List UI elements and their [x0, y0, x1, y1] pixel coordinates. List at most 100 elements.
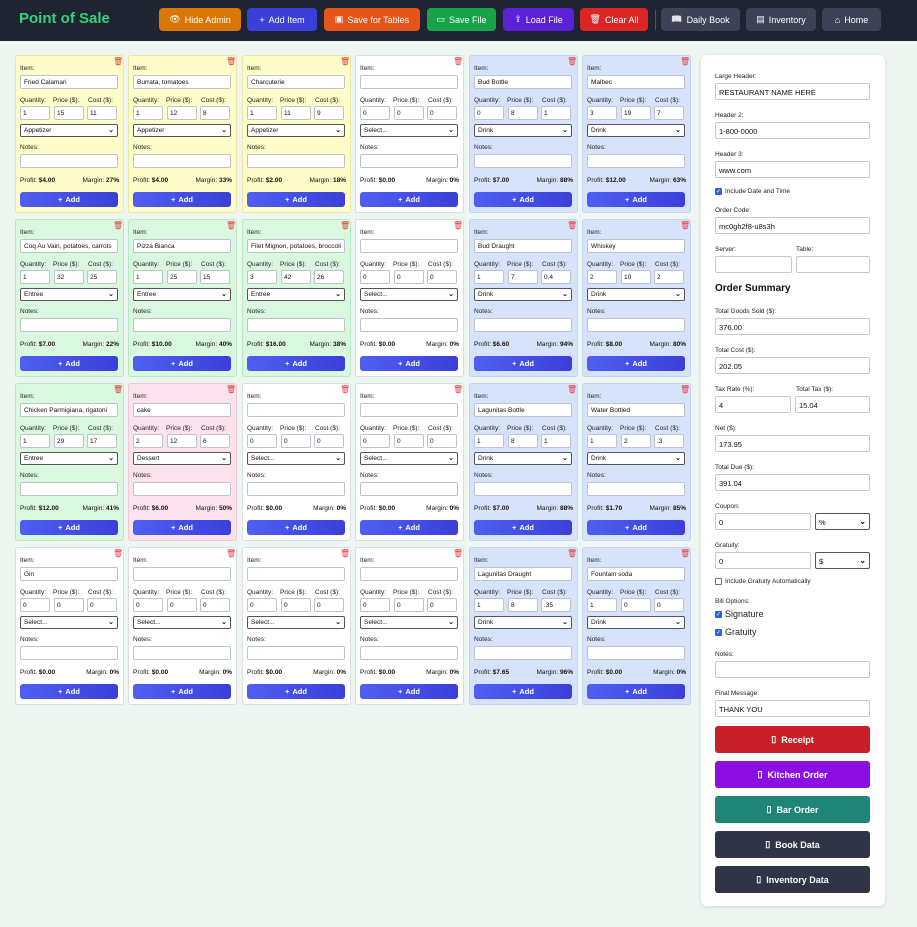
- cost-input[interactable]: 17: [87, 434, 117, 448]
- item-name-input[interactable]: Charcuterie: [247, 75, 345, 89]
- hide-admin-button[interactable]: 👁 Hide Admin: [159, 8, 241, 31]
- category-select[interactable]: Appetizer ⌄: [247, 124, 345, 137]
- coupon-type-select[interactable]: % ⌄: [815, 513, 870, 530]
- trash-icon[interactable]: 🗑: [567, 58, 577, 66]
- add-button[interactable]: + Add: [20, 192, 118, 207]
- add-button[interactable]: + Add: [587, 684, 685, 699]
- cost-input[interactable]: .35: [541, 598, 571, 612]
- category-select[interactable]: Drink ⌄: [474, 452, 572, 465]
- quantity-input[interactable]: 1: [20, 434, 50, 448]
- category-select[interactable]: Drink ⌄: [587, 452, 685, 465]
- notes-input[interactable]: [587, 482, 685, 496]
- inventory-button[interactable]: ▤ Inventory: [746, 8, 816, 31]
- notes-input[interactable]: [247, 482, 345, 496]
- notes-input[interactable]: [247, 318, 345, 332]
- add-button[interactable]: + Add: [360, 520, 458, 535]
- notes-input[interactable]: [360, 646, 458, 660]
- category-select[interactable]: Entree ⌄: [133, 288, 231, 301]
- add-button[interactable]: + Add: [247, 520, 345, 535]
- category-select[interactable]: Appetizer ⌄: [20, 124, 118, 137]
- category-select[interactable]: Dessert ⌄: [133, 452, 231, 465]
- add-button[interactable]: + Add: [360, 192, 458, 207]
- item-name-input[interactable]: [247, 403, 345, 417]
- trash-icon[interactable]: 🗑: [340, 550, 350, 558]
- trash-icon[interactable]: 🗑: [226, 58, 236, 66]
- notes-input[interactable]: [133, 482, 231, 496]
- add-button[interactable]: + Add: [133, 684, 231, 699]
- item-name-input[interactable]: cake: [133, 403, 231, 417]
- daily-book-button[interactable]: 📖 Daily Book: [661, 8, 740, 31]
- price-input[interactable]: 0: [394, 598, 424, 612]
- trash-icon[interactable]: 🗑: [340, 58, 350, 66]
- item-name-input[interactable]: [247, 567, 345, 581]
- price-input[interactable]: 29: [54, 434, 84, 448]
- price-input[interactable]: 25: [167, 270, 197, 284]
- trash-icon[interactable]: 🗑: [453, 550, 463, 558]
- notes-input[interactable]: [360, 154, 458, 168]
- notes-input[interactable]: [587, 646, 685, 660]
- total-cost-input[interactable]: 202.05: [715, 357, 870, 374]
- item-name-input[interactable]: Filet Mignon, potatoes, broccoli: [247, 239, 345, 253]
- quantity-input[interactable]: 0: [360, 434, 390, 448]
- add-button[interactable]: + Add: [587, 356, 685, 371]
- trash-icon[interactable]: 🗑: [453, 222, 463, 230]
- large-header-input[interactable]: RESTAURANT NAME HERE: [715, 83, 870, 100]
- quantity-input[interactable]: 0: [360, 106, 390, 120]
- home-button[interactable]: ⌂ Home: [822, 8, 881, 31]
- add-button[interactable]: + Add: [247, 684, 345, 699]
- category-select[interactable]: Drink ⌄: [474, 124, 572, 137]
- trash-icon[interactable]: 🗑: [680, 222, 690, 230]
- quantity-input[interactable]: 0: [247, 434, 277, 448]
- add-button[interactable]: + Add: [587, 192, 685, 207]
- notes-input[interactable]: [474, 318, 572, 332]
- category-select[interactable]: Select... ⌄: [360, 124, 458, 137]
- cost-input[interactable]: 26: [314, 270, 344, 284]
- cost-input[interactable]: 15: [200, 270, 230, 284]
- item-name-input[interactable]: Bud Draught: [474, 239, 572, 253]
- trash-icon[interactable]: 🗑: [226, 386, 236, 394]
- quantity-input[interactable]: 0: [474, 106, 504, 120]
- notes-input[interactable]: [133, 154, 231, 168]
- notes-input[interactable]: [20, 318, 118, 332]
- item-name-input[interactable]: Fried Calamari: [20, 75, 118, 89]
- cost-input[interactable]: 8: [200, 106, 230, 120]
- add-button[interactable]: + Add: [360, 684, 458, 699]
- cost-input[interactable]: 0: [427, 270, 457, 284]
- item-name-input[interactable]: Burrata, tomatoes: [133, 75, 231, 89]
- trash-icon[interactable]: 🗑: [680, 550, 690, 558]
- clear-all-button[interactable]: 🗑 Clear All: [580, 8, 648, 31]
- quantity-input[interactable]: 3: [247, 270, 277, 284]
- add-item-button[interactable]: + Add Item: [247, 8, 317, 31]
- inventory-data-button[interactable]: ▯ Inventory Data: [715, 866, 870, 893]
- trash-icon[interactable]: 🗑: [113, 386, 123, 394]
- cost-input[interactable]: 0: [427, 434, 457, 448]
- load-file-button[interactable]: ⇪ Load File: [503, 8, 574, 31]
- item-name-input[interactable]: Bud Bottle: [474, 75, 572, 89]
- quantity-input[interactable]: 1: [20, 106, 50, 120]
- item-name-input[interactable]: [360, 567, 458, 581]
- price-input[interactable]: 8: [508, 106, 538, 120]
- trash-icon[interactable]: 🗑: [453, 386, 463, 394]
- category-select[interactable]: Select... ⌄: [20, 616, 118, 629]
- notes-input[interactable]: [20, 482, 118, 496]
- add-button[interactable]: + Add: [474, 356, 572, 371]
- price-input[interactable]: 19: [621, 106, 651, 120]
- include-gratuity-checkbox[interactable]: [715, 578, 722, 585]
- price-input[interactable]: 7: [508, 270, 538, 284]
- quantity-input[interactable]: 1: [133, 106, 163, 120]
- save-for-tables-button[interactable]: ▣ Save for Tables: [324, 8, 420, 31]
- add-button[interactable]: + Add: [20, 684, 118, 699]
- add-button[interactable]: + Add: [247, 356, 345, 371]
- quantity-input[interactable]: 0: [360, 598, 390, 612]
- price-input[interactable]: 0: [394, 106, 424, 120]
- quantity-input[interactable]: 2: [587, 270, 617, 284]
- final-message-input[interactable]: THANK YOU: [715, 700, 870, 717]
- category-select[interactable]: Drink ⌄: [474, 288, 572, 301]
- quantity-input[interactable]: 0: [247, 598, 277, 612]
- cost-input[interactable]: 0: [87, 598, 117, 612]
- cost-input[interactable]: 0.4: [541, 270, 571, 284]
- price-input[interactable]: 0: [621, 598, 651, 612]
- add-button[interactable]: + Add: [474, 684, 572, 699]
- cost-input[interactable]: 7: [654, 106, 684, 120]
- cost-input[interactable]: 11: [87, 106, 117, 120]
